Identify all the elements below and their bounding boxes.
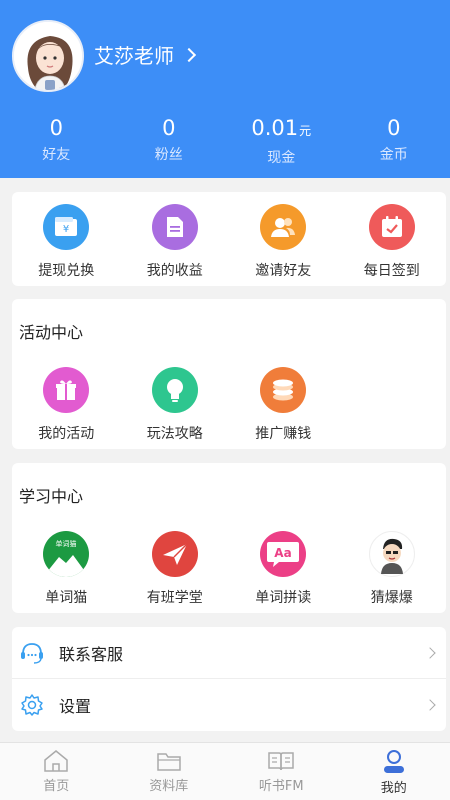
activity-label: 推广赚钱 (255, 426, 312, 442)
action-withdraw[interactable]: ¥ 提现兑换 (12, 204, 121, 280)
tab-audiobook-fm[interactable]: 听书FM (225, 743, 338, 800)
calendar-icon (368, 204, 415, 250)
tab-label: 资料库 (149, 779, 189, 794)
friends-icon (260, 204, 307, 250)
stat-value: 0 (162, 116, 176, 140)
tab-label: 我的 (380, 781, 407, 796)
app-badge: 单词猫 (56, 539, 77, 548)
app-badge: Aa (275, 546, 292, 560)
cartoon-app-icon (368, 531, 415, 577)
stat-label: 粉丝 (154, 147, 183, 163)
quick-actions-grid: ¥ 提现兑换 我的收益 邀请好友 每日签到 (12, 204, 446, 280)
word-cat-app-icon: 单词猫 (43, 531, 90, 577)
section-title: 活动中心 (19, 323, 84, 342)
gear-icon (19, 692, 45, 718)
chevron-right-icon (181, 47, 197, 62)
customer-service-icon (19, 640, 45, 666)
stat-value: 0 (387, 116, 401, 140)
study-grid: 单词猫 单词猫 有班学堂 Aa 单词拼读 猜爆爆 (12, 531, 446, 607)
bottom-tabbar: 首页 资料库 听书FM 我的 (0, 742, 450, 800)
menu-label: 设置 (59, 697, 92, 716)
action-label: 我的收益 (146, 263, 203, 279)
paper-plane-app-icon (151, 531, 198, 577)
stats-bar: 0 好友 0 粉丝 0.01元 现金 0 金币 (0, 114, 450, 167)
study-word-cat[interactable]: 单词猫 单词猫 (12, 531, 121, 607)
study-phonics[interactable]: Aa 单词拼读 (229, 531, 338, 607)
avatar[interactable] (12, 20, 84, 92)
profile-name-link[interactable]: 艾莎老师 (94, 40, 197, 69)
svg-text:¥: ¥ (63, 224, 69, 235)
stat-label: 金币 (379, 147, 408, 163)
activity-label: 我的活动 (38, 426, 95, 442)
user-icon (383, 750, 404, 773)
study-label: 猜爆爆 (370, 590, 413, 606)
study-label: 单词猫 (45, 590, 88, 606)
stat-unit: 元 (299, 124, 312, 138)
stat-fans[interactable]: 0 粉丝 (113, 114, 226, 167)
tab-mine[interactable]: 我的 (338, 743, 450, 800)
activity-label: 玩法攻略 (146, 426, 203, 442)
study-center-card: 学习中心 单词猫 单词猫 有班学堂 Aa 单词拼读 猜爆爆 (12, 463, 446, 613)
home-icon (44, 750, 68, 772)
tab-label: 首页 (43, 779, 70, 794)
stat-value: 0 (49, 116, 63, 140)
profile-name: 艾莎老师 (94, 44, 174, 68)
menu-settings[interactable]: 设置 (12, 679, 446, 731)
phonics-app-icon: Aa (260, 531, 307, 577)
action-checkin[interactable]: 每日签到 (338, 204, 447, 280)
gift-icon (43, 367, 90, 413)
menu-contact-service[interactable]: 联系客服 (12, 627, 446, 679)
stat-label: 现金 (267, 150, 296, 166)
action-label: 邀请好友 (255, 263, 312, 279)
activity-my-activities[interactable]: 我的活动 (12, 367, 121, 443)
action-label: 每日签到 (363, 263, 420, 279)
tab-home[interactable]: 首页 (0, 743, 113, 800)
activity-center-card: 活动中心 我的活动 玩法攻略 推广赚钱 (12, 299, 446, 449)
activity-grid: 我的活动 玩法攻略 推广赚钱 (12, 367, 446, 443)
tab-label: 听书FM (258, 779, 304, 794)
bulb-icon (151, 367, 198, 413)
stat-value: 0.01 (251, 116, 299, 140)
tab-library[interactable]: 资料库 (113, 743, 226, 800)
study-guess[interactable]: 猜爆爆 (338, 531, 447, 607)
quick-actions-card: ¥ 提现兑换 我的收益 邀请好友 每日签到 (12, 192, 446, 286)
document-icon (151, 204, 198, 250)
wallet-icon: ¥ (43, 204, 90, 250)
action-earnings[interactable]: 我的收益 (121, 204, 230, 280)
chevron-right-icon (424, 699, 436, 711)
book-icon (268, 752, 294, 771)
study-youban[interactable]: 有班学堂 (121, 531, 230, 607)
study-label: 有班学堂 (146, 590, 203, 606)
stat-friends[interactable]: 0 好友 (0, 114, 113, 167)
chevron-right-icon (424, 646, 436, 659)
stat-coins[interactable]: 0 金币 (338, 114, 450, 167)
stat-label: 好友 (42, 147, 71, 163)
action-invite[interactable]: 邀请好友 (229, 204, 338, 280)
section-title: 学习中心 (19, 487, 84, 506)
stat-cash[interactable]: 0.01元 现金 (225, 114, 338, 167)
action-label: 提现兑换 (38, 263, 95, 279)
activity-guide[interactable]: 玩法攻略 (121, 367, 230, 443)
activity-promote[interactable]: 推广赚钱 (229, 367, 338, 443)
profile-header: 艾莎老师 0 好友 0 粉丝 0.01元 现金 0 金币 (0, 0, 450, 178)
menu-label: 联系客服 (59, 644, 124, 664)
folder-icon (157, 753, 181, 771)
study-label: 单词拼读 (255, 590, 312, 606)
coins-icon (260, 367, 307, 413)
